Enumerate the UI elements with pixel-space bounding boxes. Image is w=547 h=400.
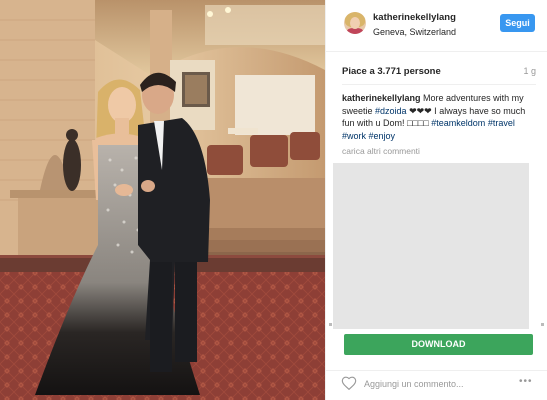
caption-username[interactable]: katherinekellylang <box>342 93 421 103</box>
likes-count[interactable]: Piace a 3.771 persone <box>342 66 441 77</box>
username-link[interactable]: katherinekellylang <box>373 12 456 23</box>
location-link[interactable]: Geneva, Switzerland <box>373 27 456 37</box>
follow-button[interactable]: Segui <box>500 14 535 32</box>
ad-placeholder[interactable] <box>333 163 529 329</box>
download-button[interactable]: DOWNLOAD <box>344 334 533 355</box>
post-time[interactable]: 1 g <box>523 66 536 76</box>
avatar[interactable] <box>344 12 366 34</box>
hashtag-dzoida[interactable]: #dzoida <box>375 106 407 116</box>
hashtag-travel[interactable]: #travel <box>488 118 515 128</box>
more-options-icon[interactable]: ••• <box>519 377 539 387</box>
ad-corner-marker <box>329 323 332 326</box>
load-more-comments[interactable]: carica altri commenti <box>342 146 420 156</box>
hashtag-work[interactable]: #work <box>342 131 366 141</box>
caption: katherinekellylang More adventures with … <box>342 92 536 142</box>
ad-corner-marker <box>541 323 544 326</box>
likes-row: Piace a 3.771 persone 1 g <box>326 64 547 80</box>
heart-icon[interactable] <box>341 376 357 390</box>
hashtag-teamkeldom[interactable]: #teamkeldom <box>431 118 485 128</box>
comment-row: ••• <box>326 370 547 396</box>
hashtag-enjoy[interactable]: #enjoy <box>369 131 396 141</box>
comment-input[interactable] <box>364 377 494 391</box>
post-photo[interactable] <box>0 0 325 400</box>
divider <box>342 84 536 85</box>
post-side-panel: katherinekellylang Geneva, Switzerland S… <box>325 0 547 400</box>
post-header: katherinekellylang Geneva, Switzerland S… <box>326 0 547 52</box>
photo-illustration <box>0 0 325 400</box>
